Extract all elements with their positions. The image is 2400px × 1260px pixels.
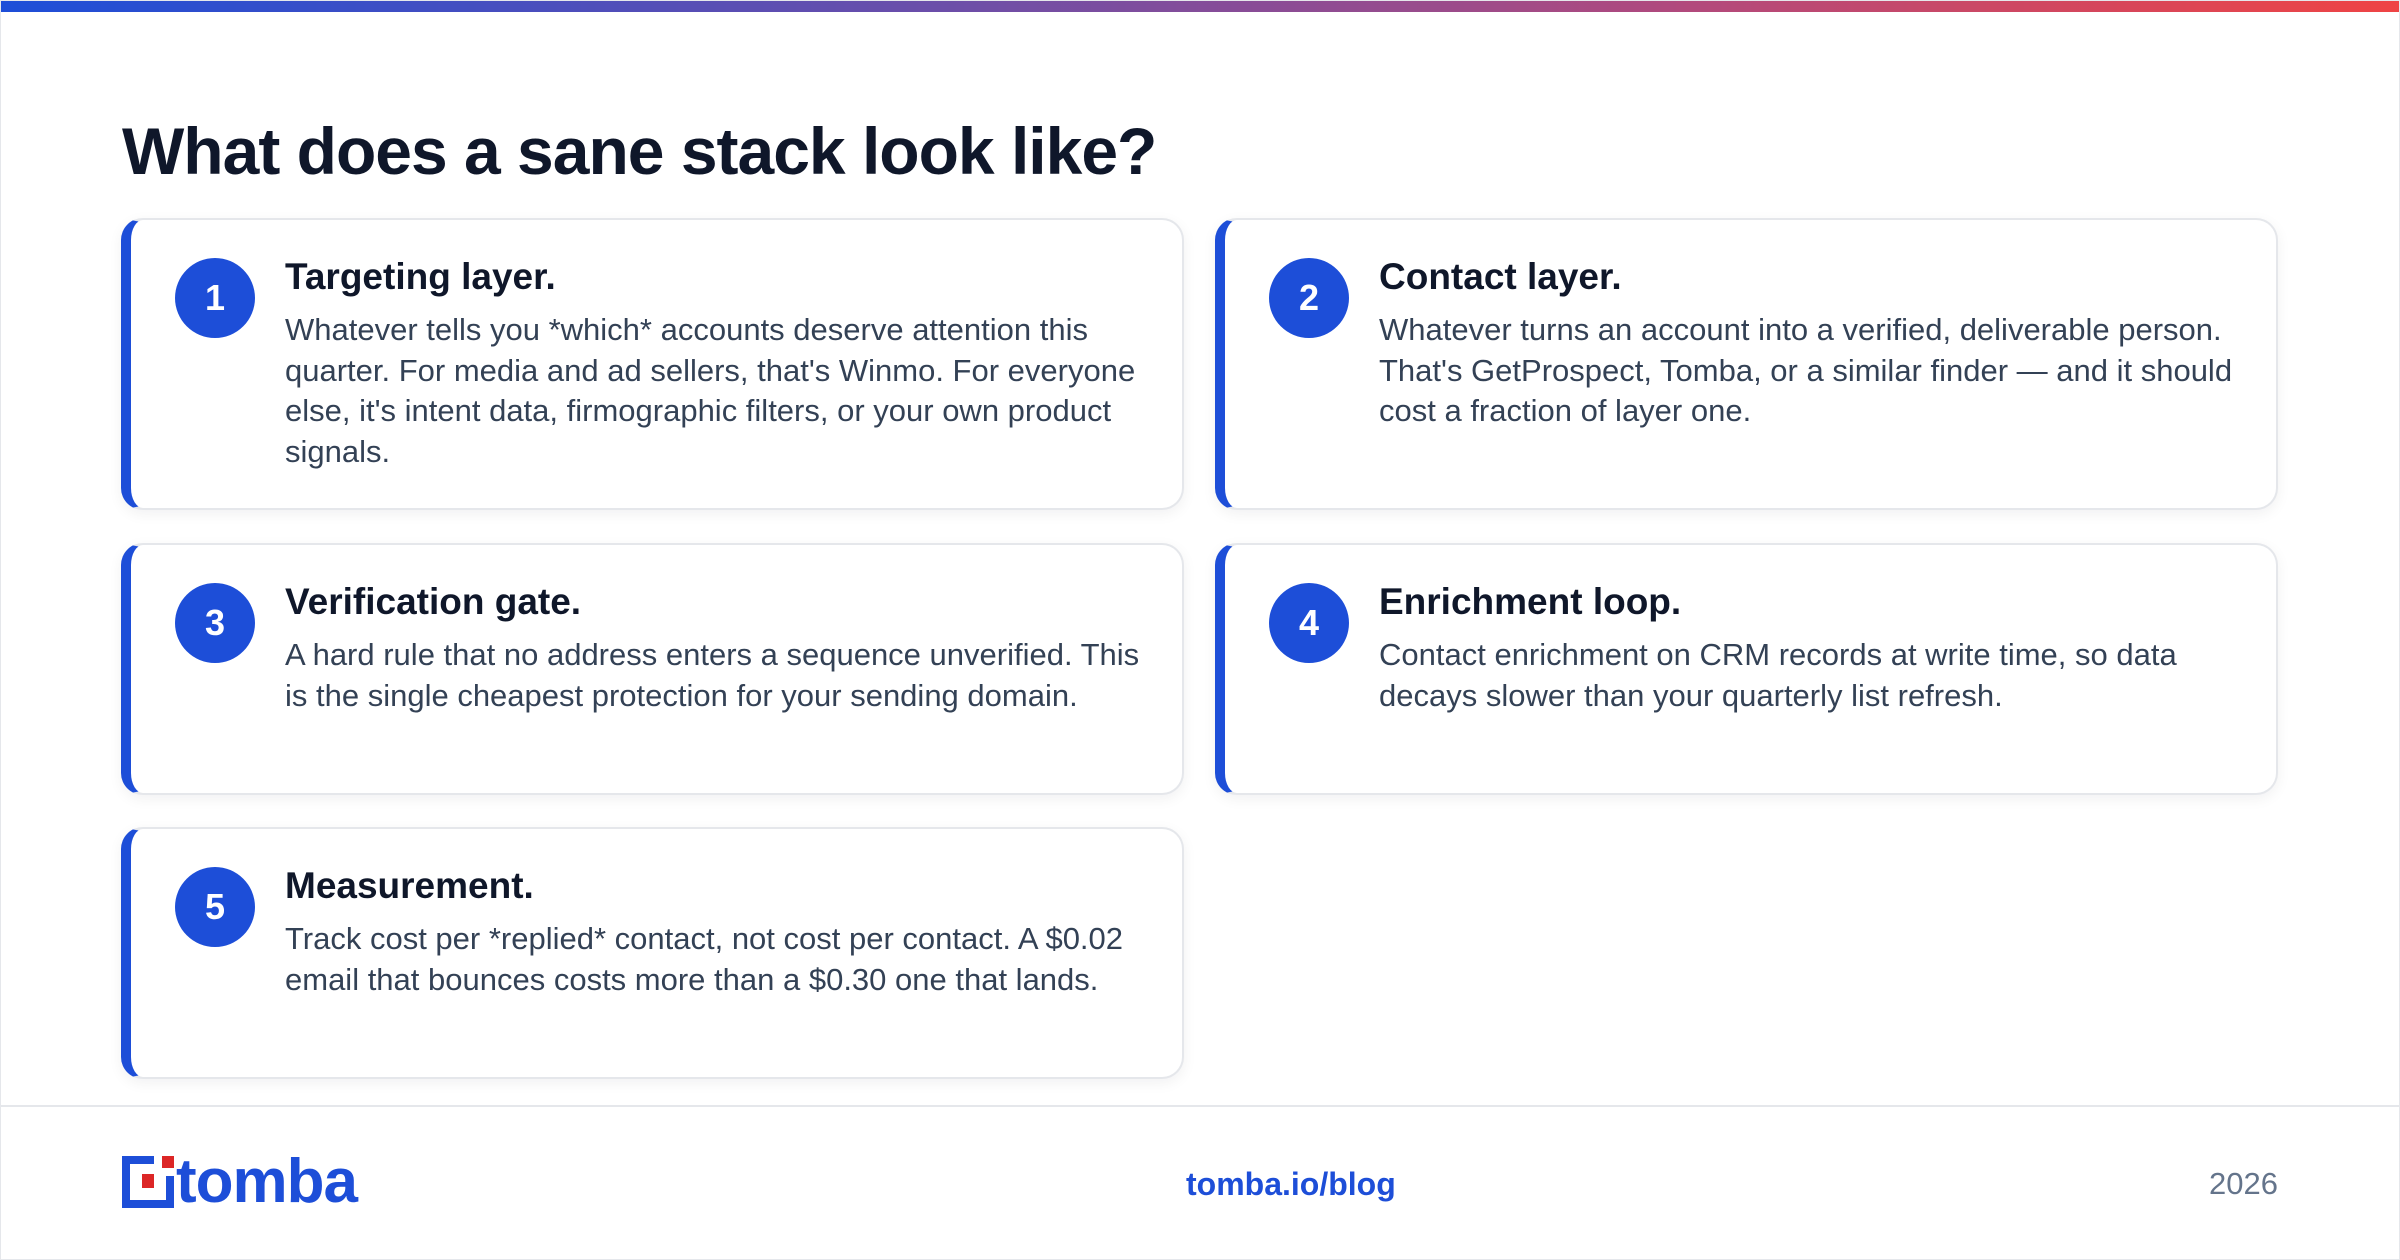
step-number-badge: 5 <box>175 867 255 947</box>
blog-link[interactable]: tomba.io/blog <box>1186 1164 1396 1204</box>
step-number-badge: 1 <box>175 258 255 338</box>
card-heading: Measurement. <box>285 865 534 906</box>
stack-card-measurement: 5 Measurement. Track cost per *replied* … <box>121 827 1184 1079</box>
tomba-logo: tomba <box>122 1147 358 1216</box>
card-heading: Enrichment loop. <box>1379 581 1682 622</box>
footer-year: 2026 <box>2209 1166 2278 1201</box>
card-heading: Contact layer. <box>1379 256 1622 297</box>
stack-card-contact: 2 Contact layer. Whatever turns an accou… <box>1215 218 2278 510</box>
footer-divider <box>0 1105 2400 1107</box>
step-number-badge: 4 <box>1269 583 1349 663</box>
card-body: Contact enrichment on CRM records at wri… <box>1379 637 2177 713</box>
card-heading: Targeting layer. <box>285 256 556 297</box>
stack-card-enrichment: 4 Enrichment loop. Contact enrichment on… <box>1215 543 2278 795</box>
card-body: Track cost per *replied* contact, not co… <box>285 921 1124 997</box>
top-gradient-bar <box>0 0 2400 12</box>
stack-card-verification: 3 Verification gate. A hard rule that no… <box>121 543 1184 795</box>
card-heading: Verification gate. <box>285 581 582 622</box>
step-number-badge: 2 <box>1269 258 1349 338</box>
card-body: Whatever tells you *which* accounts dese… <box>285 312 1136 469</box>
card-body: Whatever turns an account into a verifie… <box>1379 312 2233 428</box>
step-number-badge: 3 <box>175 583 255 663</box>
card-body: A hard rule that no address enters a seq… <box>285 637 1140 713</box>
tomba-logo-icon <box>122 1156 174 1208</box>
logo-wordmark: tomba <box>176 1147 358 1216</box>
page-title: What does a sane stack look like? <box>122 114 1157 188</box>
stack-card-targeting: 1 Targeting layer. Whatever tells you *w… <box>121 218 1184 510</box>
